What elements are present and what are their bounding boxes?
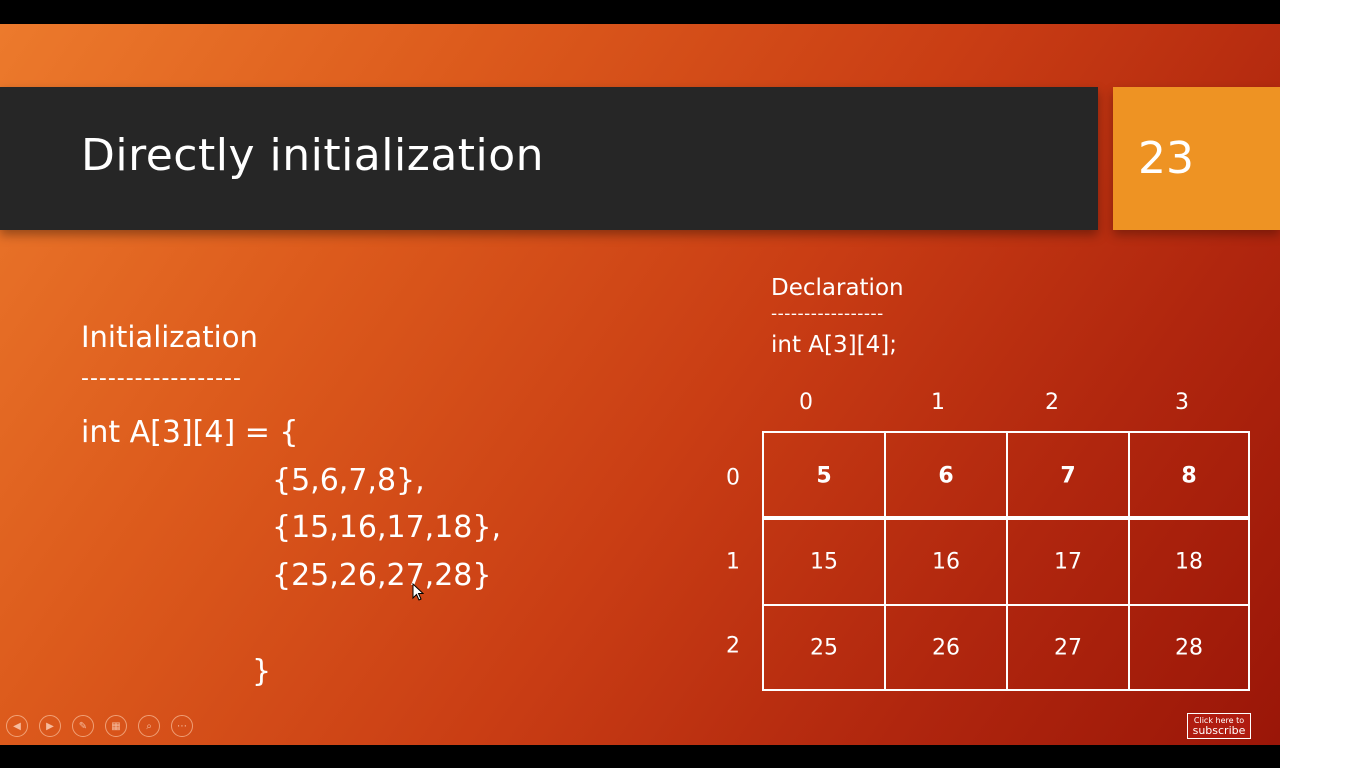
table-cell: 6 <box>938 463 954 489</box>
next-icon[interactable]: ▶ <box>39 715 61 737</box>
mouse-cursor-icon <box>412 583 424 601</box>
declaration-code: int A[3][4]; <box>771 332 897 358</box>
array-table: 5 6 7 8 15 16 17 18 25 26 27 28 <box>762 431 1250 691</box>
column-header-1: 1 <box>931 390 945 415</box>
previous-icon[interactable]: ◀ <box>6 715 28 737</box>
table-cell: 5 <box>816 463 832 489</box>
code-line-row-1: {15,16,17,18}, <box>272 510 502 545</box>
row-header-0: 0 <box>726 465 740 491</box>
slide: Directly initialization 23 Initializatio… <box>0 24 1280 745</box>
table-cell: 15 <box>810 549 838 575</box>
initialization-underline: ------------------ <box>81 366 242 391</box>
code-line-close-brace: } <box>252 654 272 689</box>
table-cell: 26 <box>932 635 960 661</box>
initialization-label: Initialization <box>81 320 258 354</box>
table-cell: 8 <box>1181 463 1197 489</box>
table-cell: 7 <box>1060 463 1076 489</box>
table-divider <box>884 433 886 689</box>
table-divider <box>1128 433 1130 689</box>
more-icon[interactable]: ⋯ <box>171 715 193 737</box>
code-line-declaration: int A[3][4] = { <box>81 415 299 450</box>
slide-number: 23 <box>1138 133 1194 184</box>
slide-number-box: 23 <box>1113 87 1280 230</box>
table-cell: 27 <box>1054 635 1082 661</box>
subscribe-line2: subscribe <box>1192 724 1246 737</box>
table-cell: 17 <box>1054 549 1082 575</box>
column-header-0: 0 <box>799 390 813 415</box>
table-cell: 28 <box>1175 635 1203 661</box>
row-header-1: 1 <box>726 549 740 575</box>
letterbox-top <box>0 0 1280 24</box>
code-line-row-2: {25,26,27,28} <box>272 558 492 593</box>
declaration-label: Declaration <box>771 275 904 301</box>
column-header-2: 2 <box>1045 390 1059 415</box>
table-divider <box>1006 433 1008 689</box>
slides-icon[interactable]: ▦ <box>105 715 127 737</box>
table-divider <box>764 604 1248 606</box>
subscribe-button[interactable]: Click here to subscribe <box>1187 713 1251 739</box>
zoom-icon[interactable]: ⌕ <box>138 715 160 737</box>
slideshow-controls: ◀ ▶ ✎ ▦ ⌕ ⋯ <box>6 715 193 739</box>
table-cell: 16 <box>932 549 960 575</box>
column-header-3: 3 <box>1175 390 1189 415</box>
table-divider <box>764 516 1248 520</box>
declaration-underline: ----------------- <box>771 304 884 324</box>
code-line-row-0: {5,6,7,8}, <box>272 463 425 498</box>
row-header-2: 2 <box>726 633 740 659</box>
letterbox-bottom <box>0 745 1280 768</box>
pen-icon[interactable]: ✎ <box>72 715 94 737</box>
table-cell: 25 <box>810 635 838 661</box>
slide-title: Directly initialization <box>81 130 545 181</box>
table-cell: 18 <box>1175 549 1203 575</box>
